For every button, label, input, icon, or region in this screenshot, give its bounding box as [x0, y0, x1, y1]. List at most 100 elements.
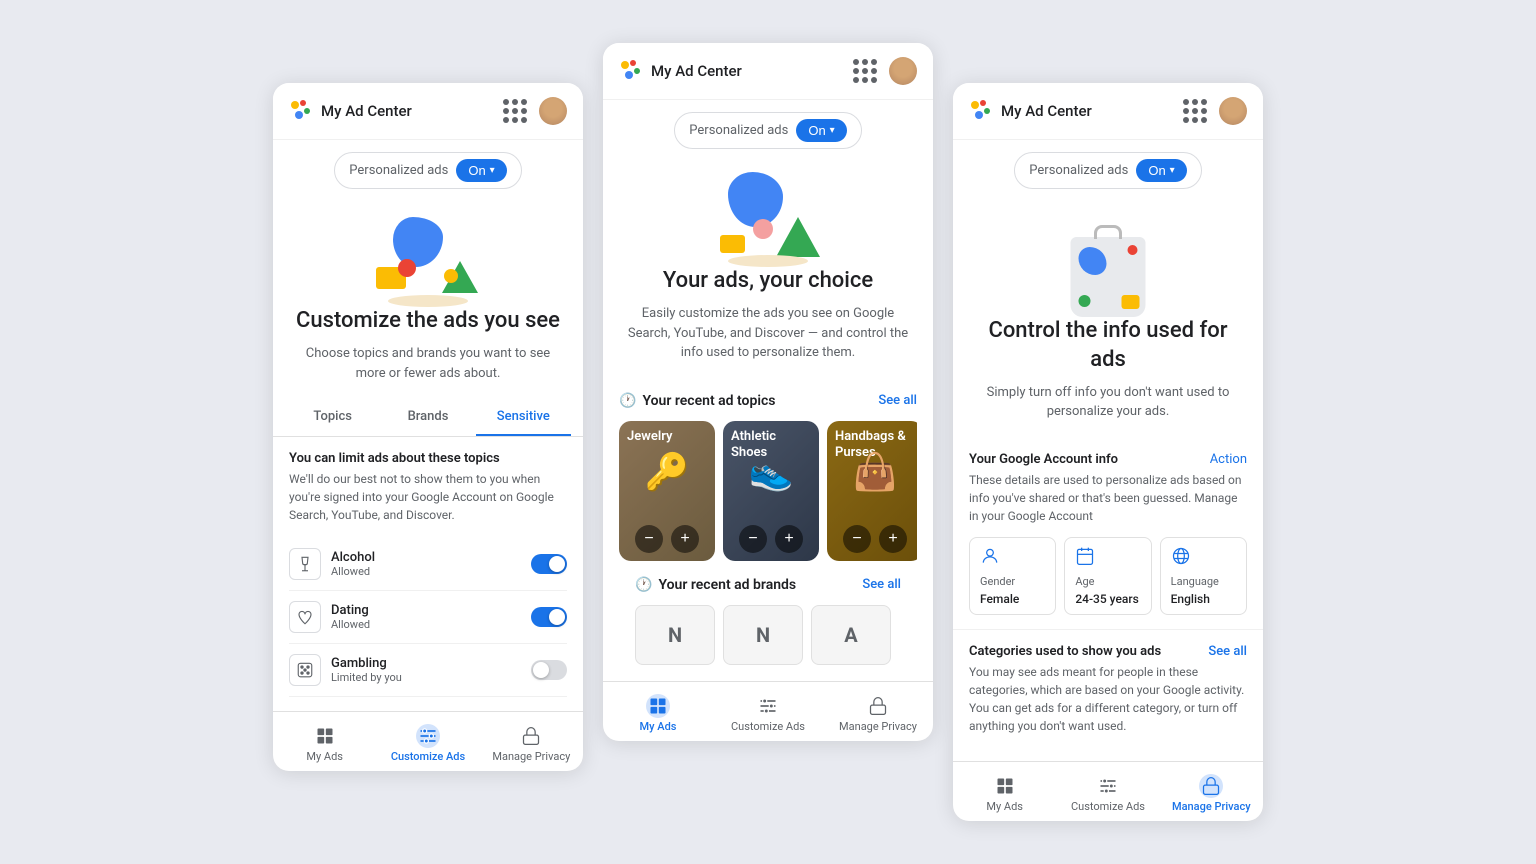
topic-card-jewelry[interactable]: Jewelry 🔑 − +	[619, 421, 715, 561]
topic-card-handbags[interactable]: Handbags & Purses 👜 − +	[827, 421, 917, 561]
right-card: My Ad Center Personalized ads On ▾	[953, 83, 1263, 820]
right-nav-privacy[interactable]: Manage Privacy	[1160, 770, 1263, 817]
jewelry-minus-btn[interactable]: −	[635, 525, 663, 553]
shoes-plus-btn[interactable]: +	[775, 525, 803, 553]
left-header-dots[interactable]	[503, 99, 527, 123]
dating-status: Allowed	[331, 618, 531, 631]
topic-item-dating: Dating Allowed	[289, 591, 567, 644]
handbags-minus-btn[interactable]: −	[843, 525, 871, 553]
my-ads-icon-right	[993, 774, 1017, 798]
alcohol-toggle[interactable]	[531, 554, 567, 574]
age-label: Age	[1075, 575, 1140, 588]
tab-topics[interactable]: Topics	[285, 399, 380, 436]
handbags-deco-icon: 👜	[853, 451, 898, 493]
see-all-topics-btn[interactable]: See all	[878, 393, 917, 408]
left-toggle-btn[interactable]: On ▾	[456, 159, 506, 182]
left-card-header: My Ad Center	[273, 83, 583, 140]
left-ads-toggle-pill: Personalized ads On ▾	[334, 152, 521, 189]
dating-toggle[interactable]	[531, 607, 567, 627]
dating-name: Dating	[331, 603, 531, 618]
center-hero: Your ads, your choice Easily customize t…	[603, 157, 933, 378]
left-avatar[interactable]	[539, 97, 567, 125]
center-hero-desc: Easily customize the ads you see on Goog…	[623, 304, 913, 363]
center-avatar[interactable]	[889, 57, 917, 85]
google-account-info-section: Your Google Account info Action These de…	[953, 438, 1263, 630]
left-tabs: Topics Brands Sensitive	[273, 399, 583, 437]
account-info-title: Your Google Account info	[969, 452, 1118, 467]
center-bottom-nav: My Ads Customize Ads	[603, 681, 933, 741]
shoes-minus-btn[interactable]: −	[739, 525, 767, 553]
center-ads-toggle-pill: Personalized ads On ▾	[674, 112, 861, 149]
recent-brands-section: 🕐 Your recent ad brands See all N N A	[619, 565, 917, 673]
language-label: Language	[1171, 575, 1236, 588]
center-nav-privacy[interactable]: Manage Privacy	[823, 690, 933, 737]
left-header-title: My Ad Center	[321, 102, 503, 120]
right-hero-title: Control the info used for ads	[973, 317, 1243, 374]
account-action-link[interactable]: Action	[1210, 452, 1247, 467]
left-hero-title: Customize the ads you see	[296, 307, 560, 336]
account-gender-item[interactable]: Gender Female	[969, 537, 1056, 615]
brand-card-a[interactable]: A	[811, 605, 891, 665]
center-hero-illustration	[708, 167, 828, 267]
google-logo-left	[289, 99, 313, 123]
right-nav-customize[interactable]: Customize Ads	[1056, 770, 1159, 817]
my-ads-icon-center	[646, 694, 670, 718]
right-bottom-nav: My Ads Customize Ads	[953, 761, 1263, 821]
right-toggle-btn[interactable]: On ▾	[1136, 159, 1186, 182]
center-header-dots[interactable]	[853, 59, 877, 83]
left-ads-toggle-bar: Personalized ads On ▾	[273, 140, 583, 197]
account-age-item[interactable]: Age 24-35 years	[1064, 537, 1151, 615]
customize-label-right: Customize Ads	[1071, 800, 1145, 813]
right-hero-illustration	[1048, 207, 1168, 317]
center-ads-toggle-bar: Personalized ads On ▾	[603, 100, 933, 157]
brand-card-n2[interactable]: N	[723, 605, 803, 665]
center-toggle-arrow: ▾	[830, 125, 835, 136]
privacy-icon-center	[866, 694, 890, 718]
left-nav-my-ads[interactable]: My Ads	[273, 720, 376, 767]
right-nav-my-ads[interactable]: My Ads	[953, 770, 1056, 817]
handbags-plus-btn[interactable]: +	[879, 525, 907, 553]
gender-icon	[980, 546, 1045, 571]
categories-header: Categories used to show you ads See all	[969, 644, 1247, 659]
topic-item-gambling: Gambling Limited by you	[289, 644, 567, 697]
dating-icon	[289, 601, 321, 633]
sensitive-title: You can limit ads about these topics	[289, 451, 567, 466]
left-ads-label: Personalized ads	[349, 163, 448, 178]
my-ads-label-center: My Ads	[640, 720, 677, 733]
gambling-toggle[interactable]	[531, 660, 567, 680]
tab-brands[interactable]: Brands	[380, 399, 475, 436]
right-ads-toggle-bar: Personalized ads On ▾	[953, 140, 1263, 197]
center-toggle-btn[interactable]: On ▾	[796, 119, 846, 142]
alcohol-status: Allowed	[331, 565, 531, 578]
topic-card-athletic-shoes[interactable]: Athletic Shoes 👟 − +	[723, 421, 819, 561]
categories-see-all[interactable]: See all	[1208, 644, 1247, 659]
dating-info: Dating Allowed	[331, 603, 531, 631]
center-nav-my-ads[interactable]: My Ads	[603, 690, 713, 737]
privacy-label-left: Manage Privacy	[492, 750, 570, 763]
see-all-brands-btn[interactable]: See all	[862, 577, 901, 592]
recent-topics-title: Your recent ad topics	[642, 393, 872, 409]
customize-label-center: Customize Ads	[731, 720, 805, 733]
brand-card-n1[interactable]: N	[635, 605, 715, 665]
right-card-header: My Ad Center	[953, 83, 1263, 140]
right-avatar[interactable]	[1219, 97, 1247, 125]
center-hero-title: Your ads, your choice	[663, 267, 873, 296]
tab-sensitive[interactable]: Sensitive	[476, 399, 571, 436]
topic-cards-row: Jewelry 🔑 − + Athletic Shoes 👟 − +	[619, 421, 917, 565]
left-toggle-arrow: ▾	[490, 165, 495, 176]
center-nav-customize[interactable]: Customize Ads	[713, 690, 823, 737]
gambling-icon	[289, 654, 321, 686]
left-hero-illustration	[368, 207, 488, 307]
bag-body	[1071, 237, 1146, 317]
account-language-item[interactable]: Language English	[1160, 537, 1247, 615]
privacy-icon-right	[1199, 774, 1223, 798]
left-hero-desc: Choose topics and brands you want to see…	[293, 344, 563, 383]
customize-label-left: Customize Ads	[391, 750, 465, 763]
left-nav-customize[interactable]: Customize Ads	[376, 720, 479, 767]
account-info-desc: These details are used to personalize ad…	[969, 471, 1247, 525]
jewelry-plus-btn[interactable]: +	[671, 525, 699, 553]
left-nav-privacy[interactable]: Manage Privacy	[480, 720, 583, 767]
right-header-dots[interactable]	[1183, 99, 1207, 123]
alcohol-icon	[289, 548, 321, 580]
categories-title: Categories used to show you ads	[969, 644, 1161, 659]
